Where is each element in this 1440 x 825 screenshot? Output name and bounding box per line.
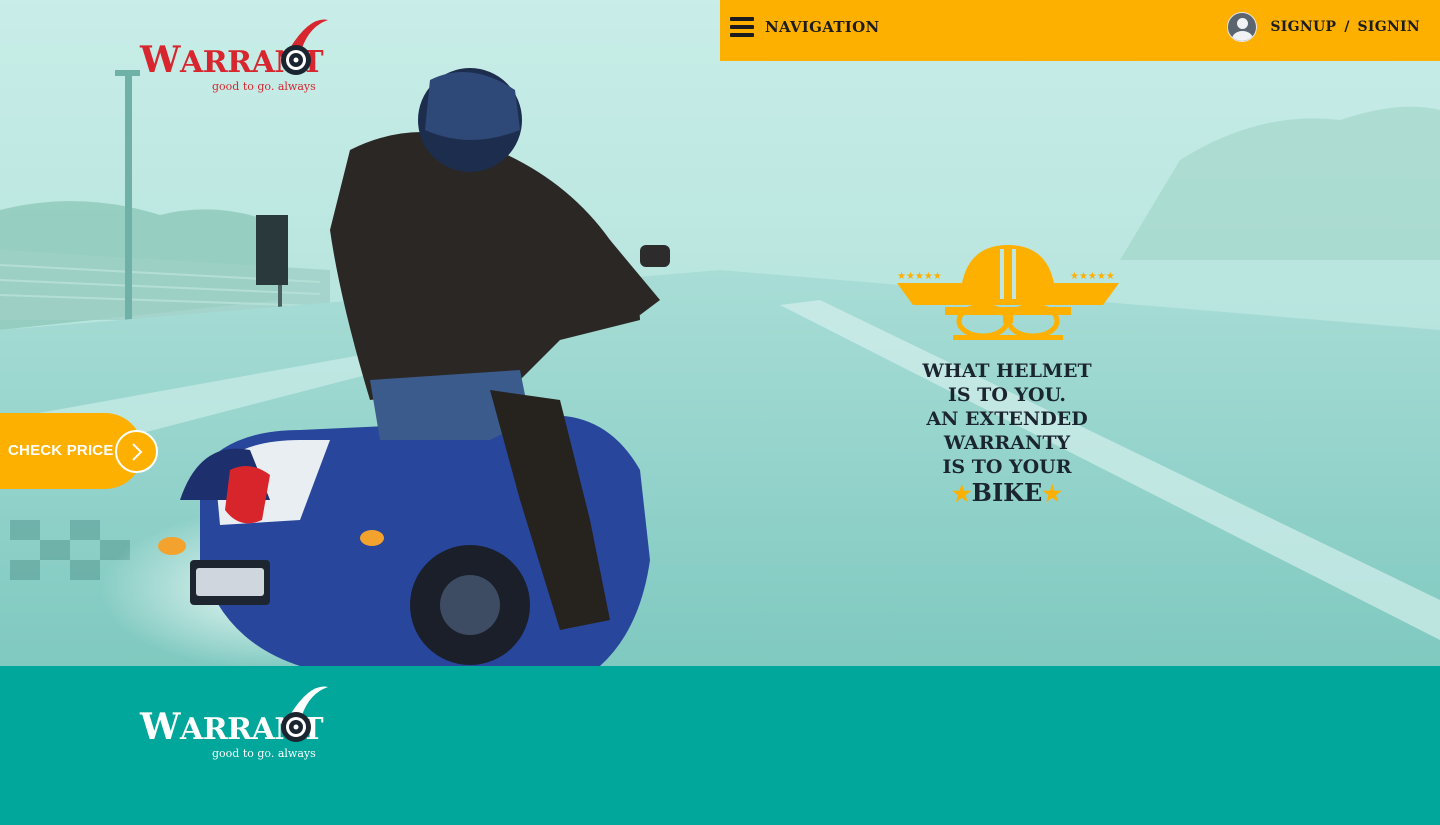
navigation-toggle[interactable]: NAVIGATION	[730, 14, 880, 40]
tagline-bike-line: ★BIKE★	[887, 479, 1127, 508]
hero-tagline: WHAT HELMET IS TO YOU. AN EXTENDED WARRA…	[887, 359, 1127, 508]
tagline-line-4: WARRANTY	[943, 432, 1071, 454]
logo-wheel-icon	[281, 686, 328, 742]
logo-tagline: good to go. always	[212, 80, 316, 93]
tagline-line-5: IS TO YOUR	[942, 456, 1072, 478]
navigation-label: NAVIGATION	[765, 18, 880, 36]
star-icon: ★	[951, 481, 972, 507]
svg-text:★★★★★: ★★★★★	[897, 271, 942, 282]
account-links: SIGNUP / SIGNIN	[1227, 12, 1420, 42]
tagline-line-1: WHAT HELMET	[922, 360, 1092, 382]
tagline-line-2: IS TO YOU.	[947, 384, 1067, 406]
brand-logo[interactable]: WARRANT good to go. always	[140, 18, 340, 98]
check-price-label: CHECK PRICE	[8, 442, 114, 459]
star-icon: ★	[1042, 481, 1063, 507]
tagline-bike-word: BIKE	[971, 478, 1043, 507]
hamburger-icon	[730, 17, 754, 37]
footer-logo-tagline: good to go. always	[212, 747, 316, 760]
top-navbar: NAVIGATION SIGNUP / SIGNIN	[720, 0, 1440, 61]
winged-helmet-goggles-icon: ★★★★★ ★★★★★	[897, 245, 1119, 340]
signup-link[interactable]: SIGNUP	[1270, 19, 1336, 35]
hero-banner: WARRANT good to go. always CHECK PRICE ★…	[0, 0, 1440, 666]
chevron-right-icon	[115, 430, 158, 473]
logo-wheel-icon	[281, 19, 328, 75]
user-avatar-icon[interactable]	[1227, 12, 1258, 42]
tagline-line-3: AN EXTENDED	[926, 408, 1088, 430]
check-price-button[interactable]: CHECK PRICE	[0, 413, 158, 489]
signin-link[interactable]: SIGNIN	[1357, 19, 1420, 35]
footer-logo[interactable]: WARRANT good to go. always	[140, 685, 340, 765]
auth-separator: /	[1344, 19, 1350, 35]
svg-text:★★★★★: ★★★★★	[1070, 271, 1115, 282]
hero-background-image	[0, 0, 1440, 666]
